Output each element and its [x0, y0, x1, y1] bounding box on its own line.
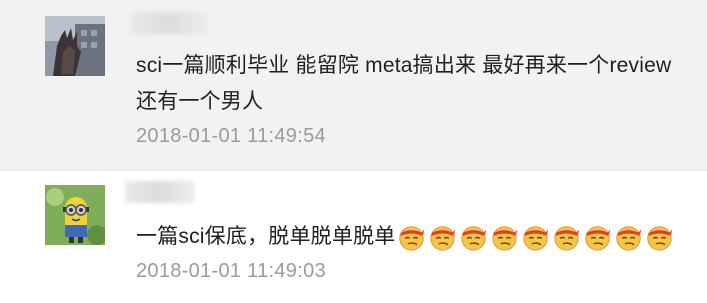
smirk-face-emoji [523, 225, 549, 251]
comment-item: sci一篇顺利毕业 能留院 meta搞出来 最好再来一个review还有一个男人… [0, 0, 707, 171]
avatar-minion-toy [45, 185, 105, 245]
comment-item: 一篇sci保底，脱单脱单脱单 2018-01-01 11:49:03 [0, 171, 707, 303]
username-blurred[interactable] [130, 12, 208, 34]
smirk-face-emoji [554, 225, 580, 251]
smirk-face-emoji [616, 225, 642, 251]
avatar[interactable] [45, 16, 105, 76]
avatar[interactable] [45, 185, 105, 245]
username-blurred[interactable] [125, 181, 195, 203]
smirk-face-emoji [585, 225, 611, 251]
emoji-row [398, 224, 677, 251]
avatar-photo-hands [45, 16, 105, 76]
smirk-face-emoji [647, 225, 673, 251]
comment-text: sci一篇顺利毕业 能留院 meta搞出来 最好再来一个review还有一个男人 [136, 54, 672, 113]
smirk-face-emoji [430, 225, 456, 251]
smirk-face-emoji [461, 225, 487, 251]
smirk-face-emoji [399, 225, 425, 251]
comment-text-body: 一篇sci保底，脱单脱单脱单 [136, 225, 396, 248]
smirk-face-emoji [492, 225, 518, 251]
comment-timestamp: 2018-01-01 11:49:54 [136, 125, 326, 147]
comment-timestamp: 2018-01-01 11:49:03 [136, 260, 326, 282]
comment-text: 一篇sci保底，脱单脱单脱单 [136, 219, 691, 255]
